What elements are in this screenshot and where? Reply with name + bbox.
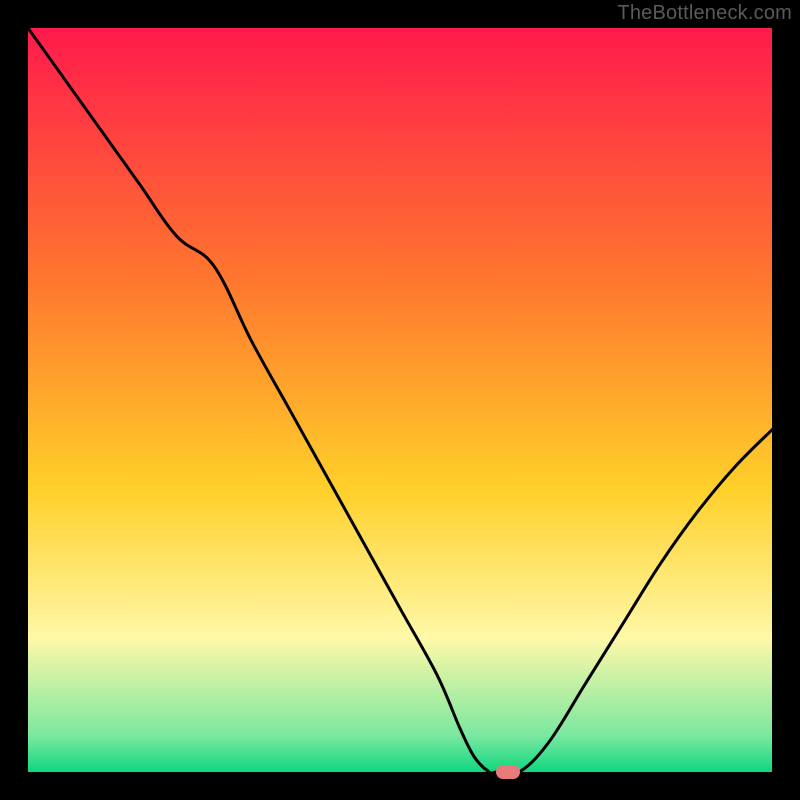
plot-area <box>28 28 772 772</box>
chart-frame: TheBottleneck.com <box>0 0 800 800</box>
watermark: TheBottleneck.com <box>617 2 792 25</box>
gradient-background <box>28 28 772 772</box>
optimal-marker <box>496 765 520 779</box>
bottleneck-chart <box>28 28 772 772</box>
